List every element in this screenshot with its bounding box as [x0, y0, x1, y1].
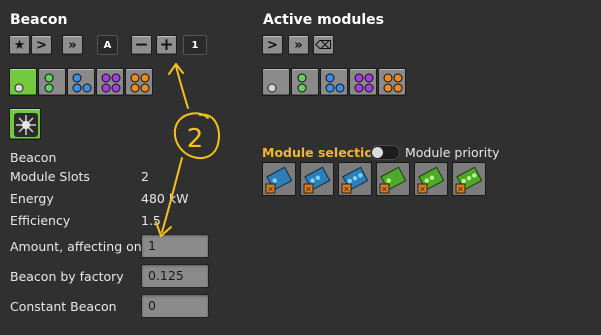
- speed-module-icon: ×: [379, 166, 407, 194]
- efficiency-module-icon: ×: [265, 166, 293, 194]
- stat-label: Efficiency: [10, 213, 71, 228]
- efficiency-module-icon: ×: [341, 166, 369, 194]
- star-icon: ★: [13, 37, 26, 53]
- svg-text:×: ×: [267, 185, 274, 194]
- field-label: Beacon by factory: [10, 269, 124, 284]
- productivity-module-icon: [354, 73, 374, 93]
- count-value: 1: [191, 39, 199, 51]
- favorite-button[interactable]: ★: [9, 35, 30, 55]
- svg-text:×: ×: [305, 185, 312, 194]
- module-priority-toggle[interactable]: [370, 145, 400, 160]
- speed-module-icon: ×: [417, 166, 445, 194]
- stat-label: Module Slots: [10, 169, 90, 184]
- stat-value: 1.5: [141, 213, 161, 228]
- increase-button[interactable]: +: [156, 35, 177, 55]
- stat-value: 480 kW: [141, 191, 189, 206]
- beacon-name: Beacon: [10, 150, 57, 165]
- speed-module-icon: [44, 73, 54, 93]
- module-selection-label: Module selection: [262, 145, 382, 160]
- minus-icon: −: [134, 35, 149, 55]
- speed-module-icon: ×: [455, 166, 483, 194]
- efficiency-module-icon: ×: [303, 166, 331, 194]
- next-icon: >: [36, 37, 47, 53]
- plus-icon: +: [159, 35, 174, 55]
- next-icon: >: [267, 37, 278, 53]
- svg-text:×: ×: [381, 185, 388, 194]
- fast-forward-icon: »: [294, 37, 303, 53]
- module-option-efficiency-2[interactable]: ×: [300, 162, 334, 196]
- module-slot-quality[interactable]: [378, 68, 406, 96]
- module-slot-speed[interactable]: [38, 68, 66, 96]
- beacon-by-factory-input[interactable]: 0.125: [141, 264, 209, 288]
- module-priority-label: Module priority: [405, 145, 500, 160]
- mode-label: A: [103, 39, 112, 51]
- clear-button[interactable]: ⌫: [313, 35, 334, 55]
- decrease-button[interactable]: −: [131, 35, 152, 55]
- next-button[interactable]: >: [262, 35, 283, 55]
- quality-module-icon: [383, 73, 403, 93]
- module-option-speed-1[interactable]: ×: [376, 162, 410, 196]
- empty-module-icon: [14, 83, 24, 93]
- module-slot-empty[interactable]: [9, 68, 37, 96]
- module-option-speed-3[interactable]: ×: [452, 162, 486, 196]
- productivity-module-icon: [101, 73, 121, 93]
- field-label: Amount, affecting one: [10, 239, 150, 254]
- mode-button[interactable]: A: [97, 35, 118, 55]
- svg-text:×: ×: [343, 185, 350, 194]
- beacon-entity-button[interactable]: [9, 108, 41, 140]
- beacon-icon: [14, 113, 38, 137]
- module-slot-productivity[interactable]: [349, 68, 377, 96]
- module-option-efficiency-3[interactable]: ×: [338, 162, 372, 196]
- module-slot-productivity[interactable]: [96, 68, 124, 96]
- module-slot-efficiency[interactable]: [320, 68, 348, 96]
- module-slot-quality[interactable]: [125, 68, 153, 96]
- empty-module-icon: [267, 83, 277, 93]
- module-slot-speed[interactable]: [291, 68, 319, 96]
- speed-module-icon: [297, 73, 307, 93]
- toggle-knob: [372, 147, 383, 158]
- module-option-efficiency-1[interactable]: ×: [262, 162, 296, 196]
- quality-module-icon: [130, 73, 150, 93]
- active-modules-title: Active modules: [263, 12, 384, 28]
- fast-forward-button[interactable]: »: [288, 35, 309, 55]
- field-label: Constant Beacon: [10, 299, 117, 314]
- module-option-speed-2[interactable]: ×: [414, 162, 448, 196]
- fast-forward-button[interactable]: »: [62, 35, 83, 55]
- constant-beacon-input[interactable]: 0: [141, 294, 209, 318]
- amount-input[interactable]: 1: [141, 234, 209, 258]
- svg-text:×: ×: [419, 185, 426, 194]
- eraser-icon: ⌫: [315, 38, 332, 52]
- beacon-title: Beacon: [10, 12, 68, 28]
- fast-forward-icon: »: [68, 37, 77, 53]
- next-button[interactable]: >: [31, 35, 52, 55]
- efficiency-module-icon: [72, 73, 92, 93]
- svg-text:×: ×: [457, 185, 464, 194]
- efficiency-module-icon: [325, 73, 345, 93]
- stat-label: Energy: [10, 191, 54, 206]
- stat-value: 2: [141, 169, 149, 184]
- count-field[interactable]: 1: [183, 35, 207, 55]
- module-slot-empty[interactable]: [262, 68, 290, 96]
- module-slot-efficiency[interactable]: [67, 68, 95, 96]
